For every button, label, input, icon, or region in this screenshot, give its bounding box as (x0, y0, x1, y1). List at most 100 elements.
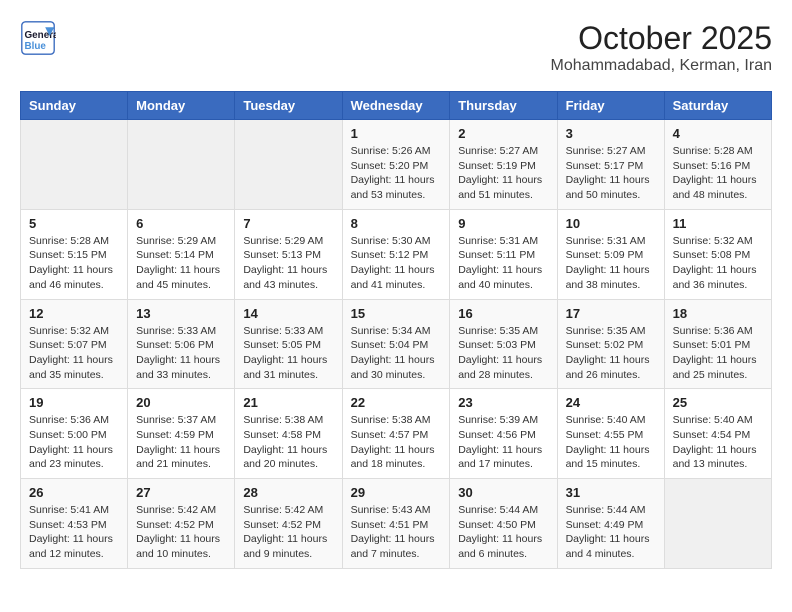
day-info: Sunrise: 5:36 AMSunset: 5:00 PMDaylight:… (29, 413, 119, 472)
day-info: Sunrise: 5:27 AMSunset: 5:17 PMDaylight:… (566, 144, 656, 203)
calendar-cell: 26Sunrise: 5:41 AMSunset: 4:53 PMDayligh… (21, 479, 128, 569)
calendar-cell: 9 Sunrise: 5:31 AMSunset: 5:11 PMDaylight… (450, 209, 557, 299)
weekday-header: Thursday (450, 92, 557, 120)
day-number: 28 (243, 485, 333, 500)
day-info: Sunrise: 5:28 AMSunset: 5:16 PMDaylight:… (673, 144, 763, 203)
weekday-header: Saturday (664, 92, 771, 120)
logo: General Blue (20, 20, 56, 56)
calendar-cell: 23 Sunrise: 5:39 AMSunset: 4:56 PMDayligh… (450, 389, 557, 479)
day-number: 9 (458, 216, 548, 231)
calendar-cell: 14 Sunrise: 5:33 AMSunset: 5:05 PMDayligh… (235, 299, 342, 389)
day-number: 1 (351, 126, 442, 141)
calendar-cell: 16Sunrise: 5:35 AMSunset: 5:03 PMDayligh… (450, 299, 557, 389)
calendar-cell: 20 Sunrise: 5:37 AMSunset: 4:59 PMDayligh… (128, 389, 235, 479)
day-number: 23 (458, 395, 548, 410)
day-number: 13 (136, 306, 226, 321)
calendar-cell: 19Sunrise: 5:36 AMSunset: 5:00 PMDayligh… (21, 389, 128, 479)
day-number: 31 (566, 485, 656, 500)
calendar-cell: 4 Sunrise: 5:28 AMSunset: 5:16 PMDaylight… (664, 120, 771, 210)
calendar-cell (21, 120, 128, 210)
logo-icon: General Blue (20, 20, 56, 56)
calendar-cell: 22 Sunrise: 5:38 AMSunset: 4:57 PMDayligh… (342, 389, 450, 479)
calendar-table: SundayMondayTuesdayWednesdayThursdayFrid… (20, 91, 772, 569)
calendar-cell: 11Sunrise: 5:32 AMSunset: 5:08 PMDayligh… (664, 209, 771, 299)
day-info: Sunrise: 5:43 AMSunset: 4:51 PMDaylight:… (351, 503, 442, 562)
month-title: October 2025 (551, 20, 772, 57)
calendar-cell: 6 Sunrise: 5:29 AMSunset: 5:14 PMDaylight… (128, 209, 235, 299)
day-info: Sunrise: 5:32 AMSunset: 5:08 PMDaylight:… (673, 234, 763, 293)
page-header: General Blue October 2025 Mohammadabad, … (20, 20, 772, 75)
day-info: Sunrise: 5:42 AMSunset: 4:52 PMDaylight:… (136, 503, 226, 562)
day-number: 14 (243, 306, 333, 321)
day-info: Sunrise: 5:33 AMSunset: 5:05 PMDaylight:… (243, 324, 333, 383)
weekday-header: Friday (557, 92, 664, 120)
calendar-cell: 28 Sunrise: 5:42 AMSunset: 4:52 PMDayligh… (235, 479, 342, 569)
day-info: Sunrise: 5:42 AMSunset: 4:52 PMDaylight:… (243, 503, 333, 562)
weekday-header: Sunday (21, 92, 128, 120)
calendar-cell (664, 479, 771, 569)
calendar-week-row: 1 Sunrise: 5:26 AMSunset: 5:20 PMDaylight… (21, 120, 772, 210)
day-number: 8 (351, 216, 442, 231)
calendar-cell: 25 Sunrise: 5:40 AMSunset: 4:54 PMDayligh… (664, 389, 771, 479)
day-info: Sunrise: 5:44 AMSunset: 4:50 PMDaylight:… (458, 503, 548, 562)
day-number: 3 (566, 126, 656, 141)
svg-text:Blue: Blue (25, 41, 47, 52)
day-number: 21 (243, 395, 333, 410)
calendar-cell: 2 Sunrise: 5:27 AMSunset: 5:19 PMDaylight… (450, 120, 557, 210)
day-number: 27 (136, 485, 226, 500)
day-info: Sunrise: 5:35 AMSunset: 5:02 PMDaylight:… (566, 324, 656, 383)
calendar-cell: 3 Sunrise: 5:27 AMSunset: 5:17 PMDaylight… (557, 120, 664, 210)
day-info: Sunrise: 5:39 AMSunset: 4:56 PMDaylight:… (458, 413, 548, 472)
day-number: 7 (243, 216, 333, 231)
day-info: Sunrise: 5:31 AMSunset: 5:09 PMDaylight:… (566, 234, 656, 293)
calendar-cell: 7 Sunrise: 5:29 AMSunset: 5:13 PMDaylight… (235, 209, 342, 299)
day-number: 17 (566, 306, 656, 321)
day-number: 10 (566, 216, 656, 231)
day-number: 30 (458, 485, 548, 500)
calendar-cell: 29Sunrise: 5:43 AMSunset: 4:51 PMDayligh… (342, 479, 450, 569)
title-block: October 2025 Mohammadabad, Kerman, Iran (551, 20, 772, 75)
calendar-cell: 30 Sunrise: 5:44 AMSunset: 4:50 PMDayligh… (450, 479, 557, 569)
day-info: Sunrise: 5:26 AMSunset: 5:20 PMDaylight:… (351, 144, 442, 203)
day-info: Sunrise: 5:37 AMSunset: 4:59 PMDaylight:… (136, 413, 226, 472)
calendar-cell: 15Sunrise: 5:34 AMSunset: 5:04 PMDayligh… (342, 299, 450, 389)
day-number: 18 (673, 306, 763, 321)
day-number: 5 (29, 216, 119, 231)
day-info: Sunrise: 5:40 AMSunset: 4:54 PMDaylight:… (673, 413, 763, 472)
day-info: Sunrise: 5:32 AMSunset: 5:07 PMDaylight:… (29, 324, 119, 383)
day-info: Sunrise: 5:44 AMSunset: 4:49 PMDaylight:… (566, 503, 656, 562)
day-info: Sunrise: 5:27 AMSunset: 5:19 PMDaylight:… (458, 144, 548, 203)
calendar-cell: 21 Sunrise: 5:38 AMSunset: 4:58 PMDayligh… (235, 389, 342, 479)
calendar-cell: 31 Sunrise: 5:44 AMSunset: 4:49 PMDayligh… (557, 479, 664, 569)
day-number: 4 (673, 126, 763, 141)
calendar-cell: 8 Sunrise: 5:30 AMSunset: 5:12 PMDaylight… (342, 209, 450, 299)
weekday-header: Wednesday (342, 92, 450, 120)
calendar-cell: 24Sunrise: 5:40 AMSunset: 4:55 PMDayligh… (557, 389, 664, 479)
day-number: 22 (351, 395, 442, 410)
calendar-week-row: 5 Sunrise: 5:28 AMSunset: 5:15 PMDaylight… (21, 209, 772, 299)
day-info: Sunrise: 5:28 AMSunset: 5:15 PMDaylight:… (29, 234, 119, 293)
day-info: Sunrise: 5:34 AMSunset: 5:04 PMDaylight:… (351, 324, 442, 383)
day-number: 25 (673, 395, 763, 410)
location-subtitle: Mohammadabad, Kerman, Iran (551, 57, 772, 75)
day-info: Sunrise: 5:38 AMSunset: 4:58 PMDaylight:… (243, 413, 333, 472)
day-info: Sunrise: 5:35 AMSunset: 5:03 PMDaylight:… (458, 324, 548, 383)
calendar-cell (235, 120, 342, 210)
day-info: Sunrise: 5:31 AMSunset: 5:11 PMDaylight:… (458, 234, 548, 293)
calendar-cell: 5 Sunrise: 5:28 AMSunset: 5:15 PMDaylight… (21, 209, 128, 299)
weekday-header: Monday (128, 92, 235, 120)
day-info: Sunrise: 5:29 AMSunset: 5:13 PMDaylight:… (243, 234, 333, 293)
day-info: Sunrise: 5:38 AMSunset: 4:57 PMDaylight:… (351, 413, 442, 472)
day-number: 6 (136, 216, 226, 231)
calendar-cell: 27 Sunrise: 5:42 AMSunset: 4:52 PMDayligh… (128, 479, 235, 569)
day-number: 20 (136, 395, 226, 410)
day-info: Sunrise: 5:33 AMSunset: 5:06 PMDaylight:… (136, 324, 226, 383)
day-info: Sunrise: 5:30 AMSunset: 5:12 PMDaylight:… (351, 234, 442, 293)
calendar-week-row: 12Sunrise: 5:32 AMSunset: 5:07 PMDayligh… (21, 299, 772, 389)
calendar-week-row: 19Sunrise: 5:36 AMSunset: 5:00 PMDayligh… (21, 389, 772, 479)
calendar-cell: 12Sunrise: 5:32 AMSunset: 5:07 PMDayligh… (21, 299, 128, 389)
day-number: 2 (458, 126, 548, 141)
day-number: 26 (29, 485, 119, 500)
day-info: Sunrise: 5:29 AMSunset: 5:14 PMDaylight:… (136, 234, 226, 293)
calendar-cell: 18Sunrise: 5:36 AMSunset: 5:01 PMDayligh… (664, 299, 771, 389)
